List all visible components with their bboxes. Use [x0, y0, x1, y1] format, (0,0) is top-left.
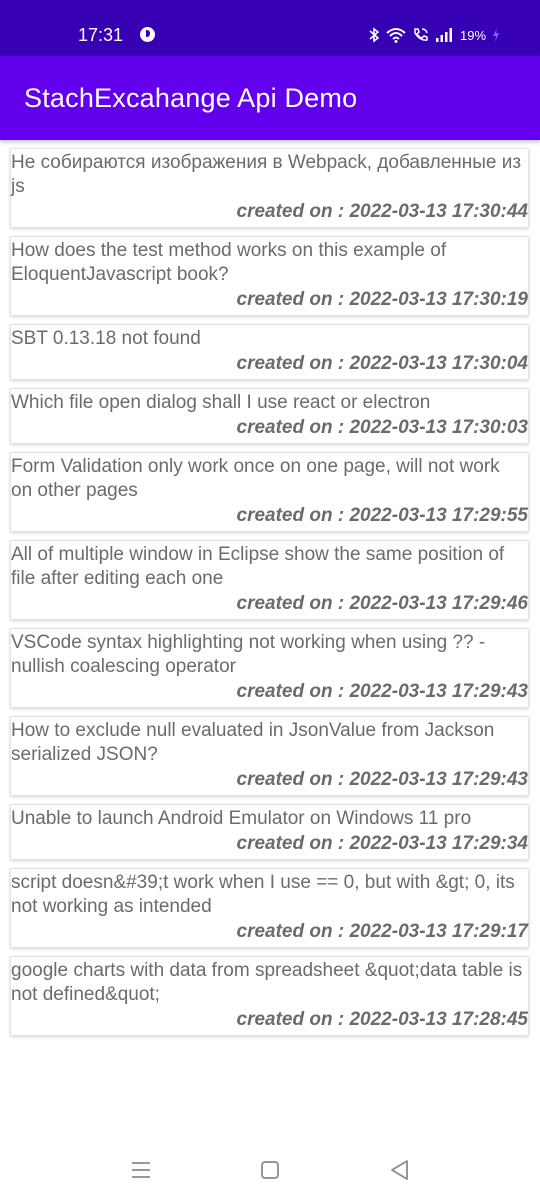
app-title: StachExcahange Api Demo — [24, 83, 358, 113]
question-title: Which file open dialog shall I use react… — [11, 392, 431, 413]
question-title: script doesn&#39;t work when I use == 0,… — [11, 872, 515, 917]
question-card[interactable]: VSCode syntax highlighting not working w… — [10, 628, 529, 708]
question-card[interactable]: script doesn&#39;t work when I use == 0,… — [10, 868, 529, 948]
recent-apps-icon[interactable] — [127, 1156, 155, 1184]
wifi-icon — [386, 27, 406, 43]
back-icon[interactable] — [386, 1156, 414, 1184]
question-card[interactable]: All of multiple window in Eclipse show t… — [10, 540, 529, 620]
question-title: google charts with data from spreadsheet… — [11, 960, 523, 1005]
question-card[interactable]: How does the test method works on this e… — [10, 236, 529, 316]
question-created-date: created on : 2022-03-13 17:29:17 — [236, 921, 529, 942]
question-created-date: created on : 2022-03-13 17:30:03 — [236, 417, 529, 438]
wifi-calling-icon — [412, 27, 430, 43]
question-card[interactable]: SBT 0.13.18 not found created on : 2022-0… — [10, 324, 529, 380]
question-list[interactable]: Не собираются изображения в Webpack, доб… — [0, 148, 540, 1044]
question-card[interactable]: Which file open dialog shall I use react… — [10, 388, 529, 444]
question-created-date: created on : 2022-03-13 17:28:45 — [236, 1009, 529, 1030]
question-title: Form Validation only work once on one pa… — [11, 456, 500, 501]
question-created-date: created on : 2022-03-13 17:30:44 — [236, 201, 529, 222]
question-title: VSCode syntax highlighting not working w… — [11, 632, 486, 677]
question-card[interactable]: Form Validation only work once on one pa… — [10, 452, 529, 532]
signal-icon — [436, 27, 454, 43]
question-created-date: created on : 2022-03-13 17:30:19 — [236, 289, 529, 310]
question-created-date: created on : 2022-03-13 17:30:04 — [236, 353, 529, 374]
question-card[interactable]: How to exclude null evaluated in JsonVal… — [10, 716, 529, 796]
bluetooth-icon — [368, 27, 380, 43]
question-title: SBT 0.13.18 not found — [11, 328, 201, 349]
question-card[interactable]: Не собираются изображения в Webpack, доб… — [10, 148, 529, 228]
status-time: 17:31 — [78, 25, 124, 45]
status-icons: 19% — [368, 24, 500, 46]
question-title: How to exclude null evaluated in JsonVal… — [11, 720, 495, 765]
question-title: Unable to launch Android Emulator on Win… — [11, 808, 472, 829]
question-created-date: created on : 2022-03-13 17:29:46 — [236, 593, 529, 614]
navigation-bar — [0, 1140, 540, 1200]
question-created-date: created on : 2022-03-13 17:29:43 — [236, 681, 529, 702]
question-created-date: created on : 2022-03-13 17:29:34 — [236, 833, 529, 854]
app-notification-icon — [140, 27, 155, 42]
question-title: All of multiple window in Eclipse show t… — [11, 544, 505, 589]
question-created-date: created on : 2022-03-13 17:29:55 — [236, 505, 529, 526]
question-card[interactable]: Unable to launch Android Emulator on Win… — [10, 804, 529, 860]
battery-charging-icon — [492, 27, 500, 43]
question-title: How does the test method works on this e… — [11, 240, 447, 285]
question-card[interactable]: google charts with data from spreadsheet… — [10, 956, 529, 1036]
status-bar: 17:31 19% — [0, 0, 540, 56]
home-icon[interactable] — [256, 1156, 284, 1184]
question-created-date: created on : 2022-03-13 17:29:43 — [236, 769, 529, 790]
question-title: Не собираются изображения в Webpack, доб… — [11, 152, 522, 197]
battery-level: 19% — [460, 27, 487, 43]
app-bar: StachExcahange Api Demo — [0, 56, 540, 140]
